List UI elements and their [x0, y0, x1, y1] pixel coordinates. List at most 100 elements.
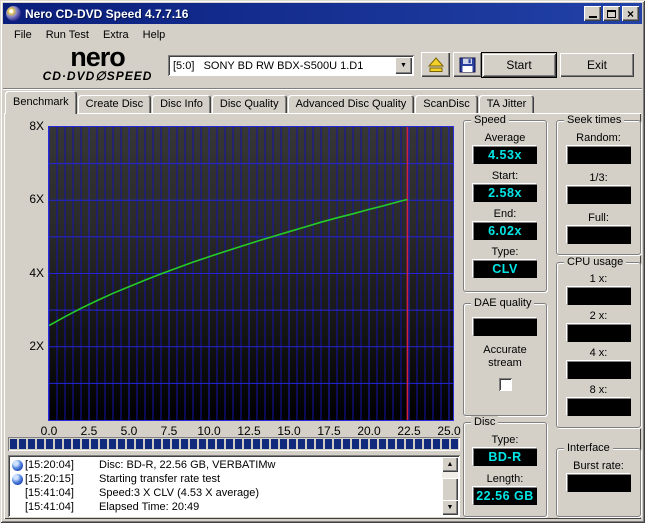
log-message: Starting transfer rate test: [99, 473, 221, 485]
tab-advanced-disc-quality[interactable]: Advanced Disc Quality: [287, 95, 415, 114]
drive-selector-value: [5:0] SONY BD RW BDX-S500U 1.D1: [173, 59, 364, 72]
x-tick-label: 2.5: [80, 424, 98, 438]
interface-panel-title: Interface: [564, 442, 613, 454]
speed-type-value: CLV: [473, 260, 537, 278]
log-line: [15:41:04] Speed:3 X CLV (4.53 X average): [12, 486, 438, 500]
log-line: [15:41:04] Elapsed Time: 20:49: [12, 500, 438, 514]
tab-ta-jitter[interactable]: TA Jitter: [478, 95, 535, 114]
x-tick-label: 7.5: [160, 424, 178, 438]
log-timestamp: [15:41:04]: [25, 487, 74, 499]
tab-scandisc[interactable]: ScanDisc: [415, 95, 478, 114]
window-title: Nero CD-DVD Speed 4.7.7.16: [25, 6, 189, 21]
scrollbar-thumb[interactable]: [442, 478, 458, 502]
maximize-button[interactable]: [603, 6, 620, 21]
x-tick-label: 20.0: [357, 424, 381, 438]
status-log: [15:20:04] Disc: BD-R, 22.56 GB, VERBATIM…: [8, 455, 460, 517]
tab-disc-quality[interactable]: Disc Quality: [211, 95, 287, 114]
scroll-down-button[interactable]: ▼: [442, 500, 458, 515]
cpu-4x-label: 4 x:: [589, 347, 608, 359]
menu-file[interactable]: File: [7, 27, 39, 43]
end-speed-label: End:: [493, 208, 517, 220]
close-icon: ×: [626, 6, 634, 21]
nero-logo: nero CD·DVD∅SPEED: [30, 42, 165, 84]
start-button[interactable]: Start: [481, 52, 557, 78]
tab-strip: Benchmark Create Disc Disc Info Disc Qualit…: [5, 91, 535, 114]
x-tick-label: 12.5: [237, 424, 261, 438]
accurate-stream-checkbox[interactable]: [498, 378, 512, 391]
seek-full-value: [566, 226, 631, 244]
maximize-icon: [607, 9, 616, 18]
nero-logo-text: nero: [70, 42, 126, 72]
cpu-2x-value: [566, 324, 631, 342]
menu-help[interactable]: Help: [136, 27, 173, 43]
save-button[interactable]: [453, 52, 482, 77]
log-timestamp: [15:41:04]: [25, 501, 74, 513]
progress-fill: [10, 439, 458, 449]
disc-type-label: Type:: [491, 434, 519, 446]
info-icon: [12, 473, 23, 485]
close-button[interactable]: ×: [622, 6, 639, 21]
disc-type-value: BD-R: [473, 448, 537, 466]
log-timestamp: [15:20:15]: [25, 473, 74, 485]
exit-button[interactable]: Exit: [560, 53, 634, 77]
disc-panel: Disc Type: BD-R Length: 22.56 GB: [463, 416, 547, 517]
seek-full-label: Full:: [588, 212, 609, 224]
seek-times-panel-title: Seek times: [564, 114, 625, 126]
speed-panel: Speed Average 4.53x Start: 2.58x End: 6.…: [463, 114, 547, 292]
average-speed-value: 4.53x: [473, 146, 537, 164]
speed-type-label: Type:: [491, 246, 519, 258]
cpu-usage-panel-title: CPU usage: [564, 256, 627, 268]
arrow-up-icon: ▲: [446, 461, 454, 468]
minimize-button[interactable]: [584, 6, 601, 21]
seek-times-panel: Seek times Random: 1/3: Full:: [556, 114, 641, 255]
chevron-down-icon: ▼: [400, 62, 407, 69]
chart-x-axis: 0.0 2.5 5.0 7.5 10.0 12.5 15.0 17.5 20.0 22.5 25.0: [41, 424, 461, 438]
cpu-4x-value: [566, 361, 631, 379]
log-scrollbar[interactable]: ▲ ▼: [442, 457, 458, 515]
interface-panel: Interface Burst rate:: [556, 442, 641, 517]
cddvd-speed-logo-text: CD·DVD∅SPEED: [42, 69, 153, 83]
info-icon: [12, 459, 23, 471]
burst-rate-value: [566, 474, 631, 492]
y-tick-label: 6X: [29, 192, 44, 207]
chart-plot-area: [48, 127, 453, 420]
tab-disc-info[interactable]: Disc Info: [152, 95, 211, 114]
title-bar: Nero CD-DVD Speed 4.7.7.16 ×: [3, 3, 642, 24]
log-line: [15:20:04] Disc: BD-R, 22.56 GB, VERBATIM…: [12, 458, 438, 472]
tab-create-disc[interactable]: Create Disc: [77, 95, 152, 114]
cpu-usage-panel: CPU usage 1 x: 2 x: 4 x: 8 x:: [556, 256, 641, 428]
log-message: Elapsed Time: 20:49: [99, 501, 200, 513]
tab-benchmark[interactable]: Benchmark: [5, 91, 77, 114]
app-window: Nero CD-DVD Speed 4.7.7.16 × File Run Tes…: [0, 0, 645, 523]
y-tick-label: 8X: [29, 119, 44, 133]
minimize-icon: [588, 16, 597, 18]
dae-quality-panel: DAE quality Accurate stream: [463, 297, 547, 416]
x-tick-label: 22.5: [397, 424, 421, 438]
eject-button[interactable]: [421, 52, 450, 77]
x-tick-label: 5.0: [120, 424, 138, 438]
x-tick-label: 17.5: [317, 424, 341, 438]
scroll-up-button[interactable]: ▲: [442, 457, 458, 472]
end-speed-value: 6.02x: [473, 222, 537, 240]
log-message: Speed:3 X CLV (4.53 X average): [99, 487, 260, 499]
drive-selector-dropdown-button[interactable]: ▼: [395, 57, 412, 74]
accurate-stream-label-line2: stream: [488, 357, 522, 369]
transfer-rate-curve: [48, 198, 408, 327]
cpu-8x-value: [566, 398, 631, 416]
menu-run-test[interactable]: Run Test: [39, 27, 96, 43]
menu-extra[interactable]: Extra: [96, 27, 136, 43]
arrow-down-icon: ▼: [446, 504, 454, 511]
benchmark-tab-page: 8X 6X 4X 2X 0.0 2.5 5.0 7.5 10.0 12.5 15.0 17.5 20.…: [4, 113, 641, 519]
transfer-rate-chart: [48, 126, 454, 421]
burst-rate-label: Burst rate:: [573, 460, 624, 472]
x-tick-label: 15.0: [277, 424, 301, 438]
no-icon: [12, 502, 23, 513]
y-tick-label: 2X: [29, 338, 44, 353]
cpu-8x-label: 8 x:: [589, 384, 608, 396]
save-disk-icon: [459, 57, 476, 72]
accurate-stream-label-line1: Accurate: [483, 344, 527, 356]
drive-selector[interactable]: [5:0] SONY BD RW BDX-S500U 1.D1 ▼: [168, 55, 414, 76]
x-tick-label: 25.0: [437, 424, 461, 438]
disc-length-value: 22.56 GB: [473, 487, 537, 505]
dae-quality-value: [473, 318, 537, 336]
